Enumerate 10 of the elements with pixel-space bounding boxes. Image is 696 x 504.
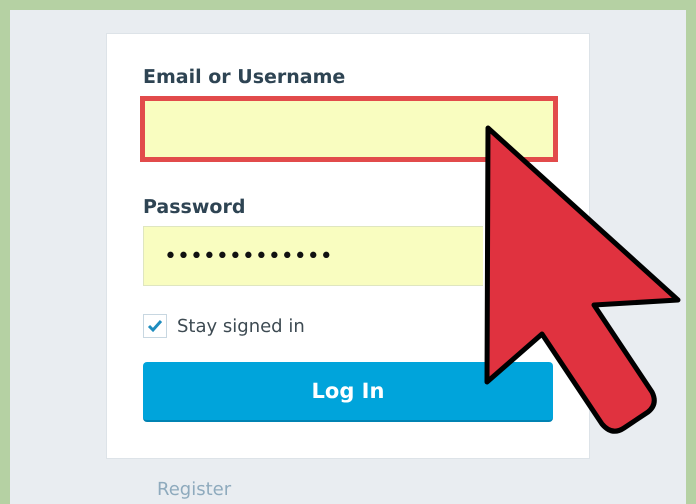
input-field[interactable]: ••••••••••••• bbox=[143, 226, 483, 286]
login-button[interactable]: Log In bbox=[143, 362, 553, 422]
register-link[interactable]: Register bbox=[157, 479, 232, 500]
pointer-arrow-icon bbox=[484, 126, 680, 434]
check-icon bbox=[147, 319, 163, 333]
field-label: Password bbox=[143, 196, 246, 218]
checkbox[interactable] bbox=[143, 314, 167, 338]
checkbox-label: Stay signed in bbox=[177, 316, 305, 336]
field-label: Email or Username bbox=[143, 66, 346, 88]
input-field[interactable] bbox=[140, 96, 558, 162]
